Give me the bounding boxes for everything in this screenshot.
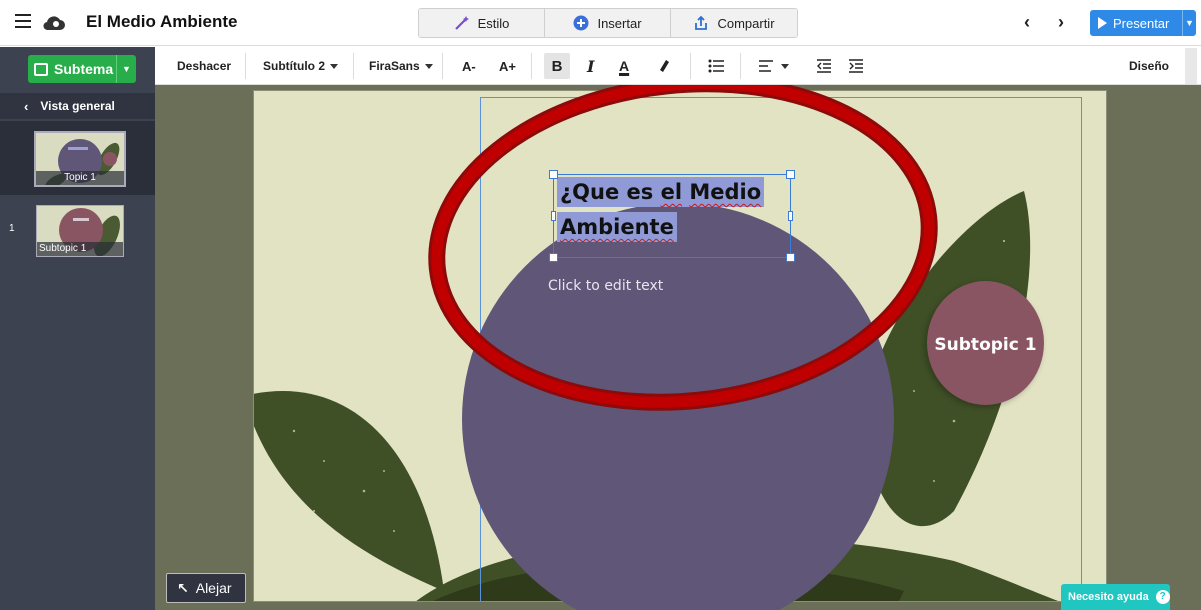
toolbar-scrollbar[interactable] [1185,48,1197,84]
overview-label: Vista general [40,99,115,113]
question-icon: ? [1155,590,1170,604]
play-icon [1098,17,1107,29]
divider [531,53,532,79]
arrow-up-icon: ↖ [177,579,189,596]
divider [740,53,741,79]
cloud-icon[interactable] [42,13,66,31]
tab-label: Insertar [597,15,642,31]
top-bar: El Medio Ambiente Estilo Insertar Compar… [0,0,1201,46]
present-button[interactable]: Presentar ▼ [1090,10,1196,36]
subtopic-caption: Subtopic 1 [37,242,123,256]
add-subtopic-button[interactable]: Subtema ▼ [28,55,136,83]
add-subtopic-dropdown-icon[interactable]: ▼ [116,55,136,83]
plus-circle-icon [573,15,589,31]
add-box-icon [34,62,48,76]
highlighter-icon[interactable] [657,58,671,74]
document-title[interactable]: El Medio Ambiente [86,12,237,32]
body-placeholder[interactable]: Click to edit text [548,278,663,294]
font-select-value: FiraSans [369,59,420,73]
present-label: Presentar [1113,15,1170,31]
tab-estilo[interactable]: Estilo [419,9,545,37]
subtopic-title[interactable]: Subtopic 1 [927,335,1044,355]
magic-wand-icon [454,16,469,30]
help-button[interactable]: Necesito ayuda ? [1061,584,1170,610]
resize-handle[interactable] [549,253,558,262]
formatting-toolbar: Deshacer Subtítulo 2 FiraSans A- A+ B I … [155,47,1201,85]
help-label: Necesito ayuda [1068,591,1149,603]
top-tabs: Estilo Insertar Compartir [418,8,798,38]
resize-handle[interactable] [786,170,795,179]
menu-icon[interactable] [15,14,31,28]
resize-handle[interactable] [551,211,556,221]
caret-down-icon [330,63,338,69]
caret-down-icon [424,63,433,69]
decrease-font-button[interactable]: A- [462,47,476,85]
increase-font-button[interactable]: A+ [499,47,516,85]
resize-handle[interactable] [549,170,558,179]
previous-arrow-icon[interactable]: ‹ [1019,12,1035,32]
next-arrow-icon[interactable]: › [1053,12,1069,32]
outdent-icon[interactable] [817,59,831,73]
overview-button[interactable]: ‹ Vista general [0,93,155,119]
zoom-out-button[interactable]: ↖ Alejar [166,573,246,603]
undo-button[interactable]: Deshacer [177,47,231,85]
tab-compartir[interactable]: Compartir [671,9,797,37]
font-color-button[interactable]: A [619,47,629,85]
bold-button[interactable]: B [544,53,570,79]
resize-handle[interactable] [786,253,795,262]
font-select[interactable]: FiraSans [369,47,433,85]
italic-button[interactable]: I [587,47,594,85]
share-icon [695,15,708,30]
resize-handle[interactable] [788,211,793,221]
style-select-value: Subtítulo 2 [263,59,325,73]
chevron-left-icon: ‹ [24,98,29,114]
style-select[interactable]: Subtítulo 2 [263,47,338,85]
caret-down-icon [781,63,789,69]
divider [245,53,246,79]
present-dropdown-icon[interactable]: ▼ [1182,10,1196,36]
topic-caption: Topic 1 [36,171,124,185]
zoom-out-label: Alejar [195,580,232,596]
divider [442,53,443,79]
indent-icon[interactable] [849,59,863,73]
topic-circle[interactable] [462,203,894,610]
divider [353,53,354,79]
align-left-icon [759,60,773,72]
align-select[interactable] [759,47,789,85]
sidebar-item-subtopic[interactable]: Subtopic 1 [36,205,124,257]
topic-thumbnail[interactable]: Topic 1 [34,131,126,187]
tab-insertar[interactable]: Insertar [545,9,671,37]
tab-label: Compartir [717,15,775,31]
divider [690,53,691,79]
title-text-box[interactable] [549,170,795,262]
sidebar: Subtema ▼ ‹ Vista general Topic 1 1 Subt… [0,47,155,610]
canvas[interactable]: Subtopic 1 ¿Que es el Medio Ambiente Cli… [155,85,1201,610]
sidebar-item-topic[interactable]: Topic 1 [0,121,155,195]
bulleted-list-icon[interactable] [708,59,724,73]
design-button[interactable]: Diseño [1129,47,1169,85]
add-subtopic-label: Subtema [54,61,114,77]
tab-label: Estilo [477,15,510,31]
subtopic-number: 1 [9,223,15,234]
